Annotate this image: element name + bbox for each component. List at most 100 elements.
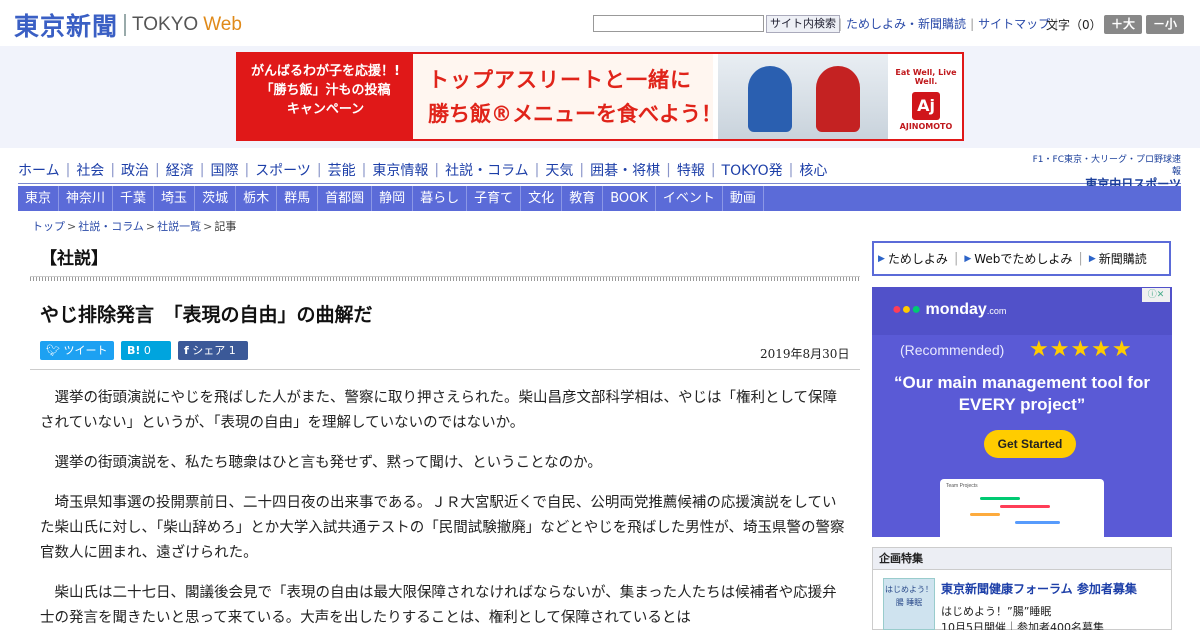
- nav-item-tochigi[interactable]: 栃木: [236, 186, 278, 211]
- nav-item-kanagawa[interactable]: 神奈川: [59, 186, 114, 211]
- nav-item-editorial-column[interactable]: 社説・コラム: [445, 160, 529, 180]
- ad-get-started-button[interactable]: Get Started: [984, 430, 1076, 458]
- ad-recommended: (Recommended): [900, 342, 1005, 358]
- search-input[interactable]: [593, 15, 764, 32]
- hatena-icon: B!: [127, 344, 141, 357]
- nav-separator: |: [110, 162, 116, 178]
- nav-separator: |: [788, 162, 794, 178]
- nav-item-video[interactable]: 動画: [723, 186, 764, 211]
- twitter-bird-icon: 🐦︎: [46, 344, 64, 357]
- banner-left-line: 「勝ち飯」汁もの投稿: [260, 83, 391, 98]
- nav-item-book[interactable]: BOOK: [603, 186, 656, 211]
- ad-card-title: Team Projects: [946, 483, 978, 489]
- font-size-up-button[interactable]: ＋大: [1104, 15, 1142, 34]
- nav-item-society[interactable]: 社会: [76, 160, 104, 180]
- nav-item-kakushin[interactable]: 核心: [799, 160, 827, 180]
- triangle-right-icon: ▶: [1088, 253, 1096, 264]
- brand-name: AJINOMOTO: [899, 122, 953, 131]
- monday-ad[interactable]: ⓘ✕ ●●● monday.com (Recommended) ★★★★★ “O…: [872, 287, 1172, 537]
- logo-web: Web: [203, 14, 242, 35]
- breadcrumb-editorial-list[interactable]: 社説一覧: [157, 220, 201, 233]
- nav-separator: |: [65, 162, 71, 178]
- breadcrumb-top[interactable]: トップ: [32, 220, 65, 233]
- link-separator: |: [970, 16, 975, 31]
- nav-item-tokyo-info[interactable]: 東京情報: [372, 160, 428, 180]
- triangle-right-icon: ▶: [964, 253, 972, 264]
- tweet-button[interactable]: 🐦︎ ツイート: [40, 341, 114, 360]
- nav-item-go-shogi[interactable]: 囲碁・将棋: [590, 160, 660, 180]
- nav-item-culture[interactable]: 文化: [521, 186, 563, 211]
- breadcrumb-separator: >: [145, 220, 156, 233]
- nav-separator: |: [710, 162, 716, 178]
- section-label: 【社説】: [40, 249, 108, 269]
- subscription-links: ▶ ためしよみ | ▶ Webでためしよみ | ▶ 新聞購読: [872, 241, 1171, 276]
- feature-thumbnail[interactable]: はじめよう！ 腸 睡眠: [883, 578, 935, 630]
- monday-logo-text: monday: [925, 301, 987, 318]
- monday-logo: ●●● monday.com: [892, 301, 1007, 318]
- hatena-count: 0: [143, 344, 151, 357]
- breadcrumb-current: 記事: [214, 220, 237, 233]
- breadcrumb-separator: >: [203, 220, 213, 233]
- article-paragraph: 柴山氏は二十七日、閣議後会見で「表現の自由は最大限保障されなければならないが、集…: [40, 585, 837, 626]
- nav-item-chiba[interactable]: 千葉: [113, 186, 155, 211]
- nav-item-shizuoka[interactable]: 静岡: [372, 186, 414, 211]
- nav-item-tokyo[interactable]: 東京: [18, 186, 60, 211]
- ad-gantt-bar: [1015, 521, 1060, 524]
- nav-separator: |: [361, 162, 367, 178]
- feature-thumb-line: はじめよう！: [885, 585, 933, 594]
- link-separator: |: [838, 16, 843, 31]
- feature-box: 企画特集 はじめよう！ 腸 睡眠 東京新聞健康フォーラム 参加者募集 はじめよう…: [872, 547, 1172, 630]
- facebook-share-button[interactable]: f シェア 1: [178, 341, 248, 360]
- nav-item-gunma[interactable]: 群馬: [277, 186, 319, 211]
- font-size-label: 文字（0）: [1046, 18, 1102, 32]
- font-size-down-button[interactable]: －小: [1146, 15, 1184, 34]
- web-trial-read-link[interactable]: ▶ Webでためしよみ: [964, 250, 1072, 267]
- site-search-button[interactable]: サイト内検索: [766, 15, 840, 33]
- logo-en: TOKYO: [132, 14, 199, 35]
- tweet-label: ツイート: [63, 344, 108, 357]
- nav-item-shutoken[interactable]: 首都圏: [318, 186, 373, 211]
- nav-item-weather[interactable]: 天気: [545, 160, 573, 180]
- nav-item-tokyo-hatsu[interactable]: TOKYO発: [722, 160, 783, 180]
- nav-item-politics[interactable]: 政治: [121, 160, 149, 180]
- ad-choices-icon[interactable]: ⓘ✕: [1142, 288, 1170, 302]
- nav-item-entertainment[interactable]: 芸能: [328, 160, 356, 180]
- sitemap-link[interactable]: サイトマップ: [978, 15, 1050, 32]
- banner-left-line: キャンペーン: [286, 102, 365, 117]
- chunichi-sports-link[interactable]: F1・FC東京・大リーグ・プロ野球速報 東京中日スポーツ: [1026, 154, 1181, 190]
- athlete-figure: [816, 66, 860, 132]
- breadcrumb-editorial-column[interactable]: 社説・コラム: [78, 220, 144, 233]
- article-paragraph: 埼玉県知事選の投開票前日、二十四日夜の出来事である。ＪＲ大宮駅近くで自民、公明両…: [40, 495, 845, 561]
- ad-banner[interactable]: がんばるわが子を応援！! 「勝ち飯」汁もの投稿 キャンペーン トップアスリートと…: [236, 52, 964, 141]
- nav-separator: |: [579, 162, 585, 178]
- nav-item-international[interactable]: 国際: [210, 160, 238, 180]
- trial-subscribe-link[interactable]: ためしよみ・新聞購読: [846, 15, 966, 32]
- trial-read-link[interactable]: ▶ ためしよみ: [878, 250, 948, 267]
- feature-title-link[interactable]: 東京新聞健康フォーラム 参加者募集: [941, 580, 1137, 597]
- breadcrumb-separator: >: [67, 220, 77, 233]
- nav-item-economy[interactable]: 経済: [166, 160, 194, 180]
- athlete-figure: [748, 66, 792, 132]
- article-divider: [30, 369, 860, 370]
- nav-item-sports[interactable]: スポーツ: [255, 160, 311, 180]
- nav-item-home[interactable]: ホーム: [18, 160, 60, 180]
- nav-item-parenting[interactable]: 子育て: [467, 186, 522, 211]
- nav-item-living[interactable]: 暮らし: [413, 186, 468, 211]
- banner-subline: 勝ち飯®メニューを食べよう！: [428, 102, 722, 126]
- nav-item-event[interactable]: イベント: [656, 186, 723, 211]
- nav-separator: |: [534, 162, 540, 178]
- web-trial-read-label: Webでためしよみ: [974, 252, 1073, 266]
- nav-item-ibaraki[interactable]: 茨城: [195, 186, 237, 211]
- partner-tagline: F1・FC東京・大リーグ・プロ野球速報: [1032, 155, 1181, 177]
- hatena-bookmark-button[interactable]: B! 0: [121, 341, 171, 360]
- subscribe-link[interactable]: ▶ 新聞購読: [1089, 250, 1147, 267]
- article-date: 2019年8月30日: [760, 347, 850, 361]
- ad-gantt-bar: [1000, 505, 1050, 508]
- nav-separator: |: [666, 162, 671, 178]
- nav-item-special-report[interactable]: 特報: [677, 160, 705, 180]
- trial-read-label: ためしよみ: [887, 252, 948, 266]
- nav-item-saitama[interactable]: 埼玉: [154, 186, 196, 211]
- ad-gantt-bar: [970, 513, 1000, 516]
- nav-item-education[interactable]: 教育: [562, 186, 604, 211]
- site-logo[interactable]: 東京新聞 TOKYO Web: [14, 7, 242, 43]
